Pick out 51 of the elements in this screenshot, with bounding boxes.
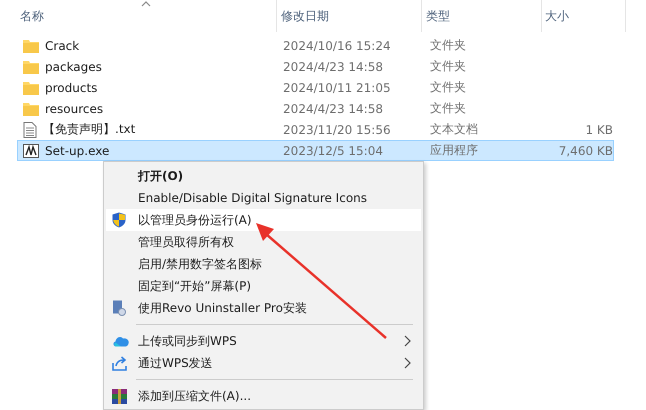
file-type: 文件夹 — [428, 100, 467, 117]
column-header[interactable]: 修改日期 — [277, 0, 422, 32]
menu-item[interactable]: 以管理员身份运行(A) — [106, 209, 421, 231]
file-type: 文件夹 — [428, 37, 467, 54]
file-row[interactable]: resources 2024/4/23 14:58 文件夹 — [17, 98, 614, 119]
cloud-icon — [112, 335, 130, 347]
folder-icon — [23, 80, 39, 94]
modified-date: 2023/12/5 15:04 — [282, 144, 384, 158]
file-size: 7,460 KB — [558, 144, 614, 158]
modified-date: 2023/11/20 15:56 — [282, 122, 392, 136]
file-row[interactable]: 【免责声明】.txt 2023/11/20 15:56 文本文档 1 KB — [17, 119, 614, 140]
shield-icon — [112, 212, 126, 228]
file-name: Crack — [45, 38, 80, 52]
column-header[interactable]: 大小 — [542, 0, 626, 32]
menu-item[interactable]: 上传或同步到WPS — [106, 330, 421, 352]
column-header[interactable]: 名称 — [0, 0, 277, 32]
file-name: Set-up.exe — [45, 144, 110, 158]
column-header[interactable]: 类型 — [422, 0, 542, 32]
file-name: resources — [45, 102, 104, 116]
folder-icon — [23, 38, 39, 52]
file-type: 文本文档 — [428, 121, 479, 138]
menu-item[interactable]: 使用Revo Uninstaller Pro安装 — [106, 297, 421, 319]
folder-icon — [23, 102, 39, 116]
share-icon — [112, 356, 128, 370]
text-file-icon — [23, 122, 37, 138]
installer-icon — [112, 300, 126, 316]
file-name: packages — [45, 60, 102, 74]
file-name: products — [45, 80, 98, 94]
modified-date: 2024/10/11 21:05 — [282, 80, 392, 94]
menu-item[interactable]: Enable/Disable Digital Signature Icons — [106, 187, 421, 209]
archive-icon — [112, 388, 127, 404]
file-type: 文件夹 — [428, 79, 467, 96]
application-icon — [23, 144, 39, 158]
modified-date: 2024/4/23 14:58 — [282, 102, 384, 116]
menu-item[interactable]: 固定到“开始”屏幕(P) — [106, 275, 421, 297]
file-type: 文件夹 — [428, 58, 467, 75]
menu-item[interactable]: 启用/禁用数字签名图标 — [106, 253, 421, 275]
menu-item[interactable]: 打开(O) — [106, 165, 421, 187]
menu-item[interactable]: 通过WPS发送 — [106, 352, 421, 374]
file-size: 1 KB — [585, 122, 614, 136]
modified-date: 2024/10/16 15:24 — [282, 38, 392, 52]
folder-icon — [23, 60, 39, 74]
modified-date: 2024/4/23 14:58 — [282, 60, 384, 74]
file-row[interactable]: Set-up.exe 2023/12/5 15:04 应用程序 7,460 KB — [17, 140, 614, 161]
file-row[interactable]: packages 2024/4/23 14:58 文件夹 — [17, 56, 614, 77]
menu-item[interactable]: 添加到压缩文件(A)... — [106, 385, 421, 407]
file-row[interactable]: products 2024/10/11 21:05 文件夹 — [17, 77, 614, 98]
file-type: 应用程序 — [428, 142, 479, 159]
file-name: 【免责声明】.txt — [43, 121, 136, 138]
menu-item[interactable]: 管理员取得所有权 — [106, 231, 421, 253]
file-row[interactable]: Crack 2024/10/16 15:24 文件夹 — [17, 35, 614, 56]
